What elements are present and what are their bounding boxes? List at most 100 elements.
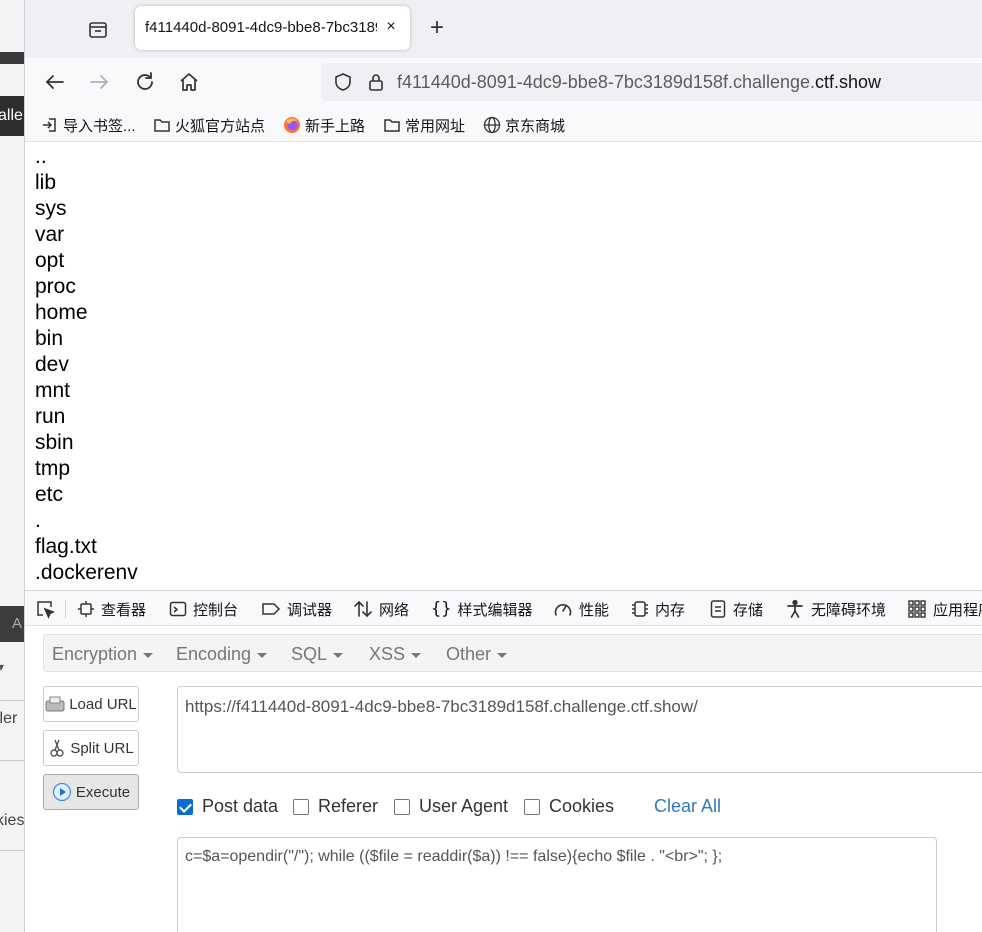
background-text: kies	[0, 812, 25, 829]
directory-listing: .. lib sys var opt proc home bin dev mnt run sbin tm…	[35, 144, 138, 586]
devtools-tab-label: 网络	[379, 601, 410, 619]
directory-entry: opt	[35, 249, 65, 272]
tab-list-button[interactable]	[87, 18, 109, 40]
referer-checkbox[interactable]: Referer	[293, 796, 378, 817]
url-text[interactable]: f411440d-8091-4dc9-bbe8-7bc3189d158f.cha…	[397, 72, 881, 93]
lock-icon[interactable]	[367, 72, 385, 92]
tab-application[interactable]: 应用程序	[907, 599, 982, 619]
button-label: Load URL	[69, 695, 137, 713]
bookmark-common-sites[interactable]: 常用网址	[383, 114, 465, 136]
divider	[0, 700, 26, 701]
network-icon	[354, 600, 372, 618]
divider	[0, 850, 26, 851]
devtools-tab-label: 控制台	[193, 601, 239, 619]
tab-accessibility[interactable]: 无障碍环境	[785, 599, 886, 619]
performance-icon	[554, 604, 572, 616]
background-bar: A	[0, 606, 26, 642]
tab-memory[interactable]: 内存	[631, 599, 685, 619]
option-label: Post data	[202, 796, 279, 816]
caret-down-icon	[143, 652, 154, 658]
element-picker-button[interactable]	[35, 599, 61, 619]
directory-entry: sys	[35, 197, 67, 220]
tab-debugger[interactable]: 调试器	[261, 599, 332, 619]
clear-all-link[interactable]: Clear All	[654, 796, 721, 817]
user-agent-checkbox[interactable]: User Agent	[394, 796, 508, 817]
element-picker-icon	[37, 601, 55, 619]
load-url-button[interactable]: Load URL	[43, 686, 139, 722]
background-tab[interactable]: alle	[0, 96, 26, 136]
home-button[interactable]	[177, 70, 201, 94]
menu-other[interactable]: Other	[446, 644, 508, 665]
reload-button[interactable]	[133, 70, 157, 94]
play-icon	[52, 782, 72, 802]
checkbox-checked-icon[interactable]	[177, 798, 193, 815]
caret-down-icon	[497, 652, 508, 658]
firefox-icon	[284, 117, 300, 133]
menu-encoding[interactable]: Encoding	[176, 644, 268, 665]
folder-icon	[154, 119, 170, 132]
new-tab-button[interactable]: +	[425, 16, 449, 41]
bookmark-import[interactable]: 导入书签...	[41, 114, 136, 136]
post-data-value: c=$a=opendir("/"); while (($file = readd…	[185, 848, 723, 865]
caret-down-icon	[257, 652, 268, 658]
url-bar[interactable]: f411440d-8091-4dc9-bbe8-7bc3189d158f.cha…	[321, 63, 982, 101]
tab-inspector[interactable]: 查看器	[77, 599, 146, 619]
load-url-icon	[45, 696, 65, 712]
checkbox-icon[interactable]	[394, 798, 410, 815]
menu-sql[interactable]: SQL	[291, 644, 344, 665]
tab-title: f411440d-8091-4dc9-bbe8-7bc3189d158f.cha…	[145, 19, 377, 36]
storage-icon	[710, 600, 726, 618]
globe-icon	[483, 116, 501, 134]
tab-network[interactable]: 网络	[353, 599, 409, 619]
active-tab[interactable]: f411440d-8091-4dc9-bbe8-7bc3189d158f.cha…	[135, 6, 410, 50]
option-label: Referer	[318, 796, 379, 816]
cookies-checkbox[interactable]: Cookies	[524, 796, 614, 817]
hackbar-menu: Encryption Encoding SQL XSS Other	[43, 634, 982, 672]
background-text: ller	[0, 710, 18, 727]
execute-button[interactable]: Execute	[43, 774, 139, 810]
url-prefix: f411440d-8091-4dc9-bbe8-7bc3189d158f.cha…	[397, 72, 816, 92]
devtools-tab-label: 存储	[733, 601, 764, 619]
menu-xss[interactable]: XSS	[369, 644, 422, 665]
tab-performance[interactable]: 性能	[553, 599, 609, 619]
option-label: User Agent	[419, 796, 509, 816]
back-button[interactable]	[43, 70, 67, 94]
shield-icon[interactable]	[333, 72, 353, 92]
directory-entry: flag.txt	[35, 535, 97, 558]
directory-entry: home	[35, 301, 88, 324]
close-icon[interactable]: ×	[381, 17, 401, 37]
devtools-tab-label: 性能	[579, 601, 610, 619]
bookmark-getting-started[interactable]: 新手上路	[283, 114, 365, 136]
divider	[65, 600, 66, 618]
hackbar-options: Post data Referer User Agent Cookies Cle…	[177, 796, 982, 820]
directory-entry: proc	[35, 275, 76, 298]
tab-storage[interactable]: 存储	[709, 599, 763, 619]
inspector-icon	[78, 601, 94, 617]
menu-label: Other	[446, 644, 492, 664]
debugger-icon	[262, 603, 281, 615]
menu-label: Encoding	[176, 644, 252, 664]
divider	[0, 760, 26, 761]
directory-entry: ..	[35, 145, 47, 168]
tab-console[interactable]: 控制台	[169, 599, 238, 619]
directory-entry: .dockerenv	[35, 561, 138, 584]
menu-encryption[interactable]: Encryption	[52, 644, 154, 665]
bookmark-jd[interactable]: 京东商城	[483, 114, 565, 136]
button-label: Execute	[75, 783, 131, 801]
bookmark-label: 新手上路	[305, 117, 366, 135]
tab-list-icon	[89, 22, 107, 38]
post-data-checkbox[interactable]: Post data	[177, 796, 278, 817]
checkbox-icon[interactable]	[524, 798, 540, 815]
tab-style-editor[interactable]: {} 样式编辑器	[431, 599, 533, 619]
forward-button[interactable]	[87, 70, 111, 94]
bookmark-firefox-site[interactable]: 火狐官方站点	[153, 114, 265, 136]
tab-bar: f411440d-8091-4dc9-bbe8-7bc3189d158f.cha…	[25, 0, 982, 58]
post-data-textarea[interactable]: c=$a=opendir("/"); while (($file = readd…	[177, 837, 937, 932]
url-textarea[interactable]: https://f411440d-8091-4dc9-bbe8-7bc3189d…	[177, 686, 982, 773]
caret-down-icon	[333, 652, 344, 658]
directory-entry: tmp	[35, 457, 71, 480]
checkbox-icon[interactable]	[293, 798, 309, 815]
browser-window: f411440d-8091-4dc9-bbe8-7bc3189d158f.cha…	[24, 0, 982, 932]
split-url-button[interactable]: Split URL	[43, 730, 139, 766]
home-icon	[180, 73, 198, 91]
